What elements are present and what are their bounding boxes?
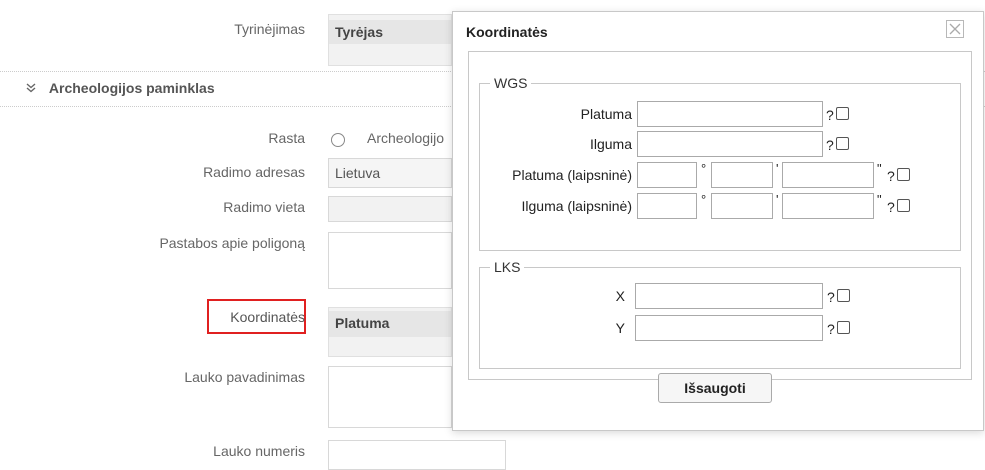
rasta-radio[interactable] bbox=[331, 133, 345, 147]
degree-symbol: ° bbox=[701, 161, 707, 176]
lauko-numeris-label: Lauko numeris bbox=[213, 443, 305, 459]
section-title: Archeologijos paminklas bbox=[48, 80, 215, 96]
dialog-close-button[interactable] bbox=[946, 20, 964, 38]
wgs-platuma-dms-label: Platuma (laipsninė) bbox=[512, 167, 632, 183]
wgs-platuma-seconds-input[interactable] bbox=[782, 162, 874, 188]
rasta-option-label: Archeologijo bbox=[367, 130, 445, 146]
radimo-vieta-label: Radimo vieta bbox=[223, 199, 305, 215]
pastabos-label: Pastabos apie poligoną bbox=[159, 235, 305, 251]
koordinates-table: Platuma bbox=[328, 307, 452, 357]
pastabos-textarea[interactable] bbox=[328, 232, 452, 289]
wgs-ilguma-input[interactable] bbox=[637, 131, 823, 157]
lks-y-label: Y bbox=[615, 320, 625, 336]
wgs-platuma-help: ? bbox=[826, 107, 834, 123]
minute-symbol: ' bbox=[776, 192, 779, 207]
lks-y-checkbox[interactable] bbox=[837, 321, 850, 334]
tyrinejimas-label: Tyrinėjimas bbox=[234, 21, 305, 37]
save-button[interactable]: Išsaugoti bbox=[658, 373, 772, 403]
wgs-ilguma-help: ? bbox=[826, 137, 834, 153]
wgs-ilguma-seconds-input[interactable] bbox=[782, 193, 874, 219]
wgs-platuma-degrees-input[interactable] bbox=[637, 162, 697, 188]
degree-symbol: ° bbox=[701, 192, 707, 207]
lks-x-help: ? bbox=[827, 289, 835, 305]
dialog-title: Koordinatės bbox=[466, 24, 548, 40]
dialog-content: WGS Platuma ? Ilguma ? Platuma (laipsnin… bbox=[468, 51, 972, 380]
lks-x-input[interactable] bbox=[635, 283, 823, 309]
second-symbol: " bbox=[877, 192, 882, 207]
tyrejas-column-header: Tyrėjas bbox=[329, 20, 451, 44]
wgs-ilguma-minutes-input[interactable] bbox=[711, 193, 773, 219]
wgs-ilguma-dms-help: ? bbox=[887, 199, 895, 215]
wgs-ilguma-checkbox[interactable] bbox=[836, 137, 849, 150]
wgs-ilguma-dms-label: Ilguma (laipsninė) bbox=[521, 198, 633, 214]
lks-x-label: X bbox=[615, 288, 625, 304]
double-chevron-down-icon bbox=[25, 81, 39, 97]
wgs-platuma-minutes-input[interactable] bbox=[711, 162, 773, 188]
lauko-pavadinimas-textarea[interactable] bbox=[328, 366, 452, 428]
wgs-ilguma-label: Ilguma bbox=[589, 136, 632, 152]
lks-y-input[interactable] bbox=[635, 315, 823, 341]
lks-x-checkbox[interactable] bbox=[837, 289, 850, 302]
wgs-platuma-checkbox[interactable] bbox=[836, 107, 849, 120]
lks-legend: LKS bbox=[494, 259, 521, 275]
platuma-column-header: Platuma bbox=[329, 311, 451, 337]
radimo-adresas-value: Lietuva bbox=[335, 165, 381, 181]
lauko-pavadinimas-label: Lauko pavadinimas bbox=[184, 369, 305, 385]
wgs-platuma-dms-checkbox[interactable] bbox=[897, 168, 910, 181]
wgs-platuma-input[interactable] bbox=[637, 101, 823, 127]
tyrejas-table: Tyrėjas bbox=[328, 14, 452, 66]
section-header[interactable]: Archeologijos paminklas bbox=[25, 80, 215, 97]
lks-fieldset: LKS bbox=[479, 259, 961, 369]
radimo-adresas-field[interactable]: Lietuva bbox=[328, 158, 452, 188]
koordinates-dialog: Koordinatės WGS Platuma ? Ilguma ? Platu… bbox=[452, 11, 984, 431]
koordinates-label: Koordinatės bbox=[230, 309, 305, 325]
wgs-platuma-label: Platuma bbox=[580, 106, 632, 122]
radimo-adresas-label: Radimo adresas bbox=[203, 164, 305, 180]
wgs-ilguma-degrees-input[interactable] bbox=[637, 193, 697, 219]
radimo-vieta-field[interactable] bbox=[328, 196, 452, 222]
wgs-legend: WGS bbox=[494, 75, 528, 91]
minute-symbol: ' bbox=[776, 161, 779, 176]
wgs-platuma-dms-help: ? bbox=[887, 168, 895, 184]
close-icon bbox=[947, 21, 963, 37]
second-symbol: " bbox=[877, 161, 882, 176]
wgs-ilguma-dms-checkbox[interactable] bbox=[897, 199, 910, 212]
rasta-label: Rasta bbox=[268, 130, 305, 146]
lks-y-help: ? bbox=[827, 321, 835, 337]
